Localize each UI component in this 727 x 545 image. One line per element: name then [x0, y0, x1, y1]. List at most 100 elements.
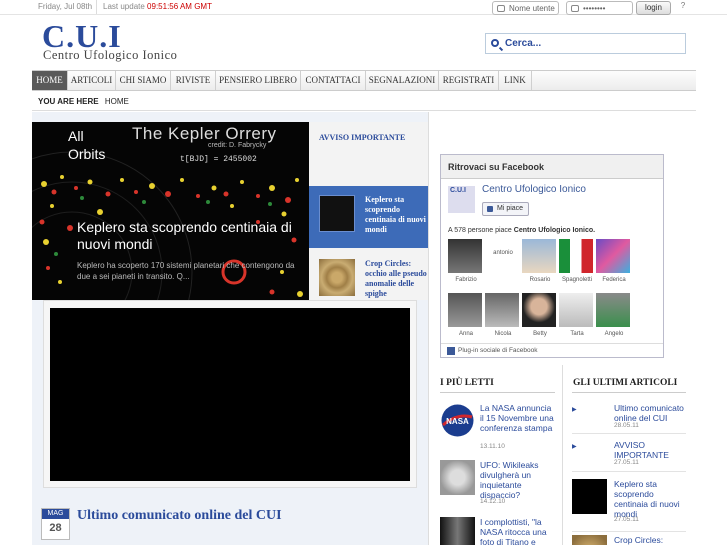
fan-name: Angelo	[604, 331, 624, 337]
divider	[572, 471, 686, 472]
latest-article-title: Keplero sta scoprendo centinaia di nuovi…	[614, 479, 680, 519]
fan-name: Fabrizio	[455, 277, 477, 283]
facebook-fan[interactable]: Angelo	[596, 293, 632, 337]
nav-item-link[interactable]: LINK	[499, 71, 532, 90]
password-field[interactable]: ••••••••	[566, 1, 633, 15]
facebook-plugin-footer[interactable]: Plug-in sociale di Facebook	[441, 343, 663, 357]
slider-thumb[interactable]: Keplero sta scoprendo centinaia di nuovi…	[309, 186, 428, 248]
nav-item-contattaci[interactable]: CONTATTACI	[301, 71, 366, 90]
divider	[32, 110, 696, 111]
facebook-fan[interactable]: Betty	[522, 293, 558, 337]
avatar	[596, 293, 630, 327]
article-image	[440, 517, 475, 545]
login-button[interactable]: login	[636, 1, 671, 15]
post-month: MAG	[42, 509, 69, 519]
most-read-item[interactable]: NASA La NASA annuncia il 15 Novembre una…	[440, 403, 555, 450]
most-read-title: UFO: Wikileaks divulgherà un inquietante…	[480, 460, 539, 500]
facebook-fan[interactable]: Rosario	[522, 239, 558, 283]
breadcrumb-current[interactable]: HOME	[105, 97, 129, 106]
search-box	[485, 33, 686, 54]
facebook-page-name[interactable]: Centro Ufologico Ionico	[482, 184, 586, 195]
facebook-count-page[interactable]: Centro Ufologico Ionico.	[514, 227, 595, 234]
fan-name: Spagnoletti	[561, 277, 593, 283]
bullet-icon: ▶	[572, 444, 577, 450]
thumb-image	[319, 259, 355, 296]
facebook-like-button[interactable]: Mi piace	[482, 202, 529, 216]
slider-image-text: Orbits	[68, 146, 106, 162]
nav-item-chi-siamo[interactable]: CHI SIAMO	[116, 71, 171, 90]
latest-article-item[interactable]: Keplero sta scoprendo centinaia di nuovi…	[572, 479, 687, 524]
latest-article-item[interactable]: ▶ AVVISO IMPORTANTE 27.05.11	[572, 440, 687, 466]
fan-name: Betty	[533, 331, 547, 337]
facebook-fan[interactable]: Spagnoletti	[559, 239, 595, 283]
latest-article-item[interactable]: Crop Circles:	[572, 535, 687, 545]
article-image	[572, 479, 607, 514]
facebook-fan[interactable]: Federica	[596, 239, 632, 283]
avatar	[485, 239, 519, 273]
latest-articles-header: GLI ULTIMI ARTICOLI	[573, 378, 678, 388]
slider-caption-title[interactable]: Keplero sta scoprendo centinaia di nuovi…	[77, 219, 309, 253]
nav-item-registrati[interactable]: REGISTRATI	[439, 71, 499, 90]
last-update-time: 09:51:56 AM GMT	[147, 2, 212, 11]
user-icon	[497, 5, 505, 12]
avatar	[448, 293, 482, 327]
svg-text:NASA: NASA	[446, 417, 469, 426]
featured-slider[interactable]: All Orbits The Kepler Orrery credit: D. …	[32, 122, 309, 300]
facebook-page-logo-text: C.U.I	[450, 187, 466, 194]
latest-article-title: AVVISO IMPORTANTE	[614, 440, 669, 460]
nav-item-segnalazioni[interactable]: SEGNALAZIONI	[366, 71, 439, 90]
slider-image-text: All	[68, 128, 84, 144]
search-input[interactable]	[505, 36, 680, 51]
help-icon[interactable]: ?	[677, 1, 689, 14]
slider-image-bjd: t[BJD] = 2455002	[180, 155, 257, 164]
username-field[interactable]: Nome utente	[492, 1, 559, 15]
facebook-fan[interactable]: Fabrizio	[448, 239, 484, 283]
search-icon[interactable]	[491, 39, 499, 47]
last-update-label: Last update	[103, 2, 145, 11]
facebook-like-count: A 578 persone piace Centro Ufologico Ion…	[448, 227, 595, 234]
nav-item-riviste[interactable]: RIVISTE	[171, 71, 216, 90]
divider	[562, 365, 563, 545]
slider-image-credit: credit: D. Fabrycky	[208, 142, 267, 149]
facebook-fan[interactable]: Anna	[448, 293, 484, 337]
facebook-fan[interactable]: Tarta	[559, 293, 595, 337]
latest-article-title: Crop Circles:	[614, 535, 664, 545]
divider	[572, 531, 686, 532]
nav-item-articoli[interactable]: ARTICOLI	[68, 71, 116, 90]
nav-item-pensiero-libero[interactable]: PENSIERO LIBERO	[216, 71, 301, 90]
facebook-widget-header: Ritrovaci su Facebook	[441, 155, 663, 179]
wikileaks-logo-icon	[440, 460, 475, 495]
nav-item-home[interactable]: HOME	[32, 71, 68, 90]
latest-article-title: Ultimo comunicato online del CUI	[614, 403, 684, 423]
avatar	[596, 239, 630, 273]
facebook-page-logo[interactable]: C.U.I	[448, 186, 475, 213]
nasa-logo-icon: NASA	[440, 403, 475, 438]
most-read-title: La NASA annuncia il 15 Novembre una conf…	[480, 403, 554, 433]
post-day: 28	[49, 522, 62, 534]
divider	[440, 392, 555, 393]
post-title[interactable]: Ultimo comunicato online del CUI	[77, 508, 282, 524]
post-date-badge: MAG 28	[41, 508, 70, 540]
current-date: Friday, Jul 08th	[38, 2, 93, 11]
latest-article-date: 28.05.11	[614, 422, 639, 429]
fan-name: antonio	[493, 250, 513, 256]
fan-name: Tarta	[570, 331, 584, 337]
fan-name: Federica	[602, 277, 626, 283]
slider-caption-text: Keplero ha scoperto 170 sistemi planetar…	[77, 261, 295, 281]
facebook-fan[interactable]: antonio	[485, 239, 521, 273]
facebook-widget: Ritrovaci su Facebook C.U.I Centro Ufolo…	[440, 154, 664, 358]
slider-side-header[interactable]: AVVISO IMPORTANTE	[319, 133, 405, 142]
latest-article-item[interactable]: ▶ Ultimo comunicato online del CUI 28.05…	[572, 403, 687, 429]
avatar	[559, 239, 593, 273]
most-read-item[interactable]: UFO: Wikileaks divulgherà un inquietante…	[440, 460, 555, 505]
video-player[interactable]	[50, 308, 410, 481]
facebook-fan[interactable]: Nicola	[485, 293, 521, 337]
avatar	[448, 239, 482, 273]
thumb-image	[319, 195, 355, 232]
most-read-date: 14.12.10	[480, 498, 506, 505]
most-read-item[interactable]: I complottisti, "la NASA ritocca una fot…	[440, 517, 555, 545]
last-update: Last update 09:51:56 AM GMT	[103, 2, 212, 11]
latest-article-date: 27.05.11	[614, 459, 639, 466]
lock-icon	[571, 5, 579, 12]
site-subtitle: Centro Ufologico Ionico	[43, 48, 178, 62]
